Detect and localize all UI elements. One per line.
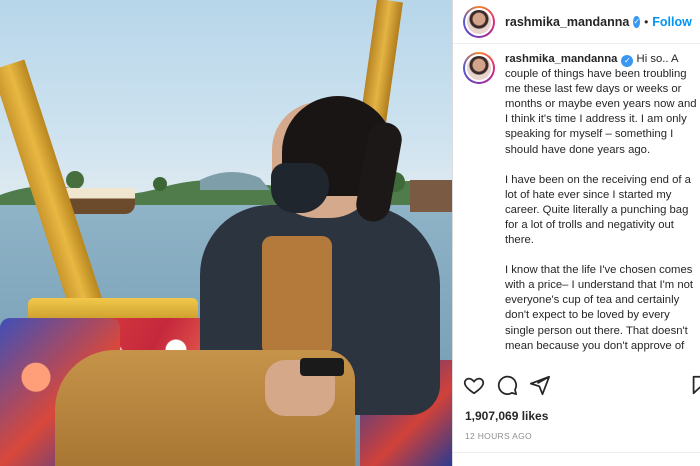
photo-houseboat — [410, 180, 452, 212]
post-photo[interactable] — [0, 0, 452, 466]
caption-paragraph: I have been on the receiving end of a lo… — [505, 173, 691, 247]
caption-username-link[interactable]: rashmika_mandanna — [505, 53, 617, 65]
caption-avatar[interactable] — [463, 52, 495, 84]
verified-badge-icon: ✓ — [633, 15, 641, 28]
add-comment-area[interactable] — [463, 458, 693, 466]
caption-paragraph: rashmika_mandanna ✓ Hi so.. A couple of t… — [505, 52, 700, 158]
avatar-image — [465, 7, 493, 36]
instagram-post-view: rashmika_mandanna ✓ • Follow rashmika_ma… — [0, 0, 700, 466]
caption-body: rashmika_mandanna ✓ Hi so.. A couple of t… — [505, 52, 700, 362]
verified-badge-icon: ✓ — [621, 55, 634, 67]
post-side-panel: rashmika_mandanna ✓ • Follow rashmika_ma… — [452, 0, 700, 466]
caption-text: Hi so.. A couple of things have been tro… — [505, 53, 697, 156]
caption-paragraph: I know that the life I've chosen comes w… — [505, 264, 694, 352]
share-icon[interactable] — [529, 374, 551, 396]
caption: rashmika_mandanna ✓ Hi so.. A couple of t… — [463, 52, 700, 362]
post-timestamp[interactable]: 12 HOURS AGO — [465, 431, 532, 441]
header-separator: • — [644, 14, 649, 29]
avatar-image — [465, 54, 493, 82]
photo-phone — [300, 358, 344, 376]
comment-icon[interactable] — [496, 374, 518, 396]
avatar[interactable] — [463, 5, 495, 38]
username-link[interactable]: rashmika_mandanna — [505, 15, 629, 29]
bookmark-icon[interactable] — [689, 374, 700, 396]
photo-person-shirt — [262, 236, 332, 356]
divider — [453, 452, 700, 453]
action-bar — [463, 374, 700, 400]
post-header: rashmika_mandanna ✓ • Follow — [453, 0, 700, 44]
likes-count[interactable]: 1,907,069 likes — [465, 409, 548, 423]
heart-icon[interactable] — [463, 374, 485, 396]
follow-button[interactable]: Follow — [652, 15, 692, 29]
